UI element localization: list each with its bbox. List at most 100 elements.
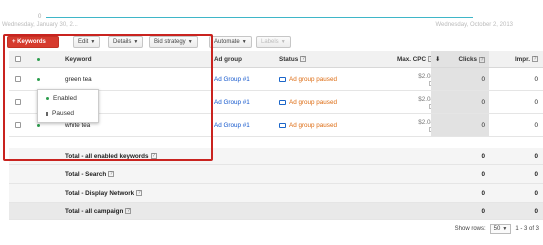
help-icon[interactable]: ? [479, 56, 485, 63]
status-column-header[interactable]: Status? [279, 51, 359, 67]
automate-label: Automate [214, 39, 240, 45]
ad-group-column-header[interactable]: Ad group [214, 51, 274, 67]
select-all-checkbox-cell[interactable] [15, 51, 25, 67]
row-checkbox-cell[interactable] [15, 68, 21, 90]
chevron-down-icon: ▼ [133, 39, 139, 45]
max-cpc-cell[interactable]: $2.08 [374, 68, 434, 90]
status-text: Ad group paused [289, 121, 337, 129]
keyword-column-header[interactable]: Keyword [65, 51, 205, 67]
ad-group-link[interactable]: Ad Group #1 [214, 91, 250, 113]
ad-group-link-text[interactable]: Ad Group #1 [214, 122, 250, 129]
chevron-down-icon: ▼ [90, 39, 96, 45]
status-cell[interactable]: Ad group paused [279, 91, 337, 113]
clicks-column-header[interactable]: ⬇ Clicks? [431, 51, 489, 67]
total-clicks: 0 [481, 189, 485, 197]
help-icon[interactable]: ? [108, 171, 115, 177]
help-icon[interactable]: ? [125, 208, 132, 214]
automate-dropdown-button[interactable]: Automate ▼ [209, 36, 252, 48]
total-label: Total - Search? [65, 165, 115, 183]
max-cpc-header-label: Max. CPC [396, 55, 426, 63]
show-rows-label: Show rows: [454, 226, 486, 232]
chevron-down-icon: ▼ [241, 39, 247, 45]
pagination-range: 1 - 3 of 3 [515, 226, 539, 232]
total-clicks: 0 [481, 170, 485, 178]
keyword-text[interactable]: green tea [65, 68, 92, 90]
help-icon[interactable]: ? [300, 56, 307, 62]
bid-strategy-dropdown-button[interactable]: Bid strategy ▼ [149, 36, 198, 48]
impr-cell: 0 [534, 75, 538, 83]
clicks-header-label: Clicks [458, 55, 477, 63]
chevron-down-icon: ▼ [280, 39, 286, 45]
sort-down-icon: ⬇ [435, 55, 441, 63]
total-impr: 0 [534, 207, 538, 215]
details-label: Details [113, 39, 132, 45]
row-checkbox[interactable] [15, 76, 21, 82]
status-dot-icon [37, 57, 40, 61]
table-row[interactable]: green tea Ad Group #1 Ad group paused $2… [9, 68, 543, 91]
status-dot-header [37, 51, 47, 67]
enabled-dot-icon[interactable] [37, 68, 40, 90]
pagination-footer: Show rows: 50 ▼ 1 - 3 of 3 [455, 223, 539, 235]
total-row: Total - all campaign? 0 0 [9, 203, 543, 220]
select-all-checkbox[interactable] [15, 56, 21, 62]
timeline-start-date: Wednesday, January 30, 2... [2, 22, 78, 28]
total-row: Total - Search? 0 0 [9, 165, 543, 184]
labels-label: Labels [261, 39, 279, 45]
status-text: Ad group paused [289, 98, 337, 106]
keywords-toolbar: + Keywords Edit ▼ Details ▼ Bid strategy ▼ … [0, 35, 543, 50]
status-cell[interactable]: Ad group paused [279, 68, 337, 90]
status-cell[interactable]: Ad group paused [279, 114, 337, 136]
performance-timeline: 0 Wednesday, January 30, 2... Wednesday,… [0, 0, 543, 30]
max-cpc-column-header[interactable]: Max. CPC? [374, 51, 434, 67]
labels-dropdown-button[interactable]: Labels ▼ [256, 36, 291, 48]
total-label-text: Total - Display Network [65, 189, 135, 197]
total-label-text: Total - all campaign [65, 207, 124, 215]
total-row: Total - Display Network? 0 0 [9, 184, 543, 203]
total-label-text: Total - Search [65, 170, 107, 178]
status-option-paused[interactable]: Paused [46, 110, 74, 117]
pause-icon [46, 111, 48, 116]
max-cpc-cell[interactable]: $2.08 [374, 114, 434, 136]
ad-group-link[interactable]: Ad Group #1 [214, 114, 250, 136]
total-impr: 0 [534, 152, 538, 160]
timeline-end-date: Wednesday, October 2, 2013 [435, 22, 514, 28]
impr-column-header[interactable]: Impr.? [494, 51, 538, 67]
total-row: Total - all enabled keywords? 0 0 [9, 148, 543, 165]
ad-group-link-text[interactable]: Ad Group #1 [214, 76, 250, 83]
total-label: Total - all campaign? [65, 203, 132, 219]
ad-group-link-text[interactable]: Ad Group #1 [214, 99, 250, 106]
help-icon[interactable]: ? [532, 56, 538, 62]
help-icon[interactable]: ? [150, 153, 157, 159]
total-impr: 0 [534, 170, 538, 178]
help-icon[interactable]: ? [136, 190, 143, 196]
chevron-down-icon: ▼ [502, 226, 508, 232]
rows-per-page-select[interactable]: 50 ▼ [489, 224, 512, 234]
status-header-label: Status [279, 55, 299, 63]
status-option-enabled[interactable]: Enabled [46, 95, 77, 102]
row-checkbox[interactable] [15, 99, 21, 105]
status-dropdown-menu: Enabled Paused [37, 89, 99, 123]
max-cpc-cell[interactable]: $2.08 [374, 91, 434, 113]
total-impr: 0 [534, 189, 538, 197]
timeline-axis-zero: 0 [38, 14, 42, 20]
row-checkbox-cell[interactable] [15, 114, 21, 136]
add-keywords-button[interactable]: + Keywords [7, 36, 59, 48]
total-clicks: 0 [481, 152, 485, 160]
clicks-cell: 0 [431, 114, 489, 136]
clicks-cell: 0 [431, 91, 489, 113]
comment-bubble-icon [279, 76, 286, 82]
total-label-text: Total - all enabled keywords [65, 152, 149, 160]
total-clicks: 0 [481, 207, 485, 215]
row-checkbox[interactable] [15, 122, 21, 128]
add-keywords-label: + Keywords [12, 39, 46, 45]
edit-dropdown-button[interactable]: Edit ▼ [73, 36, 101, 48]
enabled-option-label: Enabled [53, 95, 77, 102]
row-checkbox-cell[interactable] [15, 91, 21, 113]
status-text: Ad group paused [289, 75, 337, 83]
clicks-cell: 0 [431, 68, 489, 90]
details-dropdown-button[interactable]: Details ▼ [108, 36, 144, 48]
comment-bubble-icon [279, 122, 286, 128]
total-label: Total - Display Network? [65, 184, 143, 202]
rows-per-page-value: 50 [493, 226, 501, 232]
ad-group-link[interactable]: Ad Group #1 [214, 68, 250, 90]
